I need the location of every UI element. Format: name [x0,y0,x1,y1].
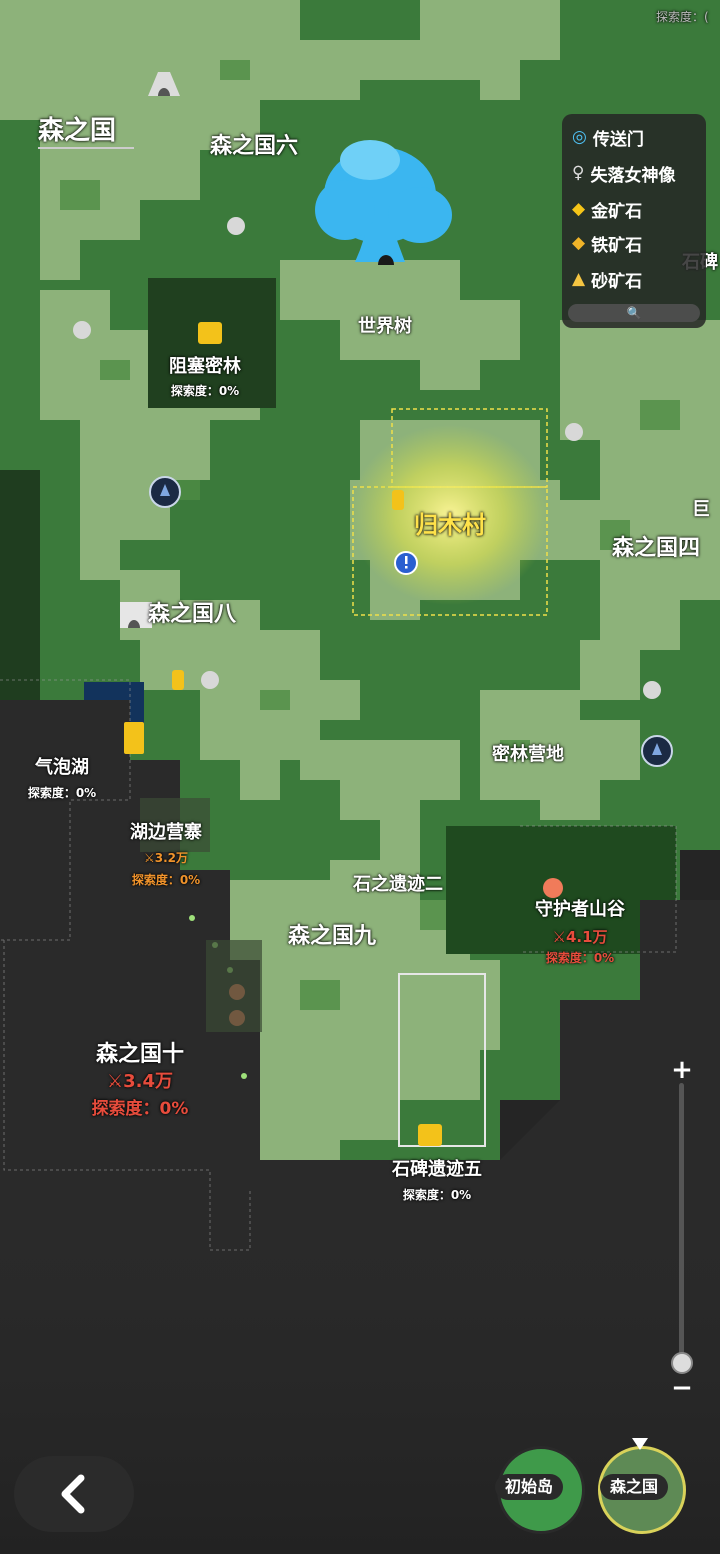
swords-icon: ⚔ [106,1071,124,1092]
area-label-forest4[interactable]: 森之国四 [612,530,700,562]
legend-sand-ore[interactable]: ▲ 砂矿石 [572,264,642,294]
swords-icon: ⚔ [552,928,566,946]
area-label-stone-ruins2[interactable]: 石之遗迹二 [353,870,443,896]
chevron-left-icon [61,1474,85,1514]
chest-icon[interactable] [124,722,144,754]
region-title-underline [38,147,134,149]
area-label-forest10[interactable]: 森之国十 [96,1036,184,1068]
map-legend: ◎ 传送门 ♀ 失落女神像 ◆ 金矿石 ◆ 铁矿石 ▲ 砂矿石 🔍 [562,114,706,328]
area-label-edge-giant[interactable]: 巨 [692,495,710,521]
zoom-in-button[interactable]: + [670,1057,694,1083]
area-label-guardian-valley[interactable]: 守护者山谷 [535,895,625,921]
area-label-lakeside-camp[interactable]: 湖边营寨 [130,818,202,844]
quest-alert-icon[interactable] [394,551,418,575]
zoom-slider-handle[interactable] [671,1352,693,1374]
goddess-statue-icon: ♀ [572,163,585,183]
goddess-statue-icon[interactable] [227,217,245,235]
island-forest-label[interactable]: 森之国 [600,1474,669,1500]
area-label-world-tree[interactable]: 世界树 [358,312,412,338]
back-button[interactable] [14,1456,134,1532]
explore-blocked-forest: 探索度：0% [170,384,240,398]
lantern-icon[interactable] [172,670,184,690]
legend-portal[interactable]: ◎ 传送门 [572,122,644,152]
zoom-slider-track[interactable] [679,1083,684,1373]
power-guardian-valley: ⚔4.1万 [552,928,608,946]
gold-ore-icon: ◆ [572,199,586,219]
area-label-forest9[interactable]: 森之国九 [288,918,376,950]
gold-ore-icon[interactable] [418,1124,442,1146]
power-forest10: ⚔3.4万 [106,1071,174,1092]
goddess-statue-icon[interactable] [565,423,583,441]
goddess-statue-icon[interactable] [643,681,661,699]
sand-ore-icon: ▲ [572,269,586,289]
area-label-forest6[interactable]: 森之国六 [210,128,298,160]
island-start-label[interactable]: 初始岛 [495,1474,564,1500]
region-title: 森之国 [38,116,117,146]
explore-forest10: 探索度：0% [91,1099,189,1119]
area-label-bubble-lake[interactable]: 气泡湖 [35,753,89,779]
explore-bubble-lake: 探索度：0% [27,786,97,800]
area-label-stele-ruins5[interactable]: 石碑遗迹五 [392,1155,482,1181]
portal-icon: ◎ [572,127,587,147]
iron-ore-icon: ◆ [572,233,586,253]
search-icon: 🔍 [626,306,642,320]
gold-ore-icon[interactable] [198,322,222,344]
area-label-jungle-camp[interactable]: 密林营地 [492,740,564,766]
legend-gold-ore[interactable]: ◆ 金矿石 [572,194,642,224]
lantern-icon[interactable] [392,490,404,510]
zoom-out-button[interactable]: − [670,1375,694,1401]
explore-guardian-valley: 探索度：0% [545,951,615,965]
power-lakeside-camp: ⚔3.2万 [143,851,189,865]
goddess-statue-icon[interactable] [73,321,91,339]
selected-marker-icon [632,1438,648,1450]
area-label-blocked-forest[interactable]: 阻塞密林 [169,352,241,378]
swords-icon: ⚔ [143,851,155,865]
legend-iron-ore[interactable]: ◆ 铁矿石 [572,228,642,258]
area-label-forest8[interactable]: 森之国八 [148,596,236,628]
legend-goddess-statue[interactable]: ♀ 失落女神像 [572,158,675,188]
legend-search-button[interactable]: 🔍 [568,304,700,322]
portal-icon[interactable] [149,476,181,508]
portal-icon[interactable] [641,735,673,767]
explore-corner: 探索度：( [656,10,709,24]
area-label-guimu-village[interactable]: 归木村 [414,505,486,540]
explore-stele-ruins5: 探索度：0% [402,1188,472,1202]
explore-lakeside-camp: 探索度：0% [131,873,201,887]
goddess-statue-icon[interactable] [201,671,219,689]
